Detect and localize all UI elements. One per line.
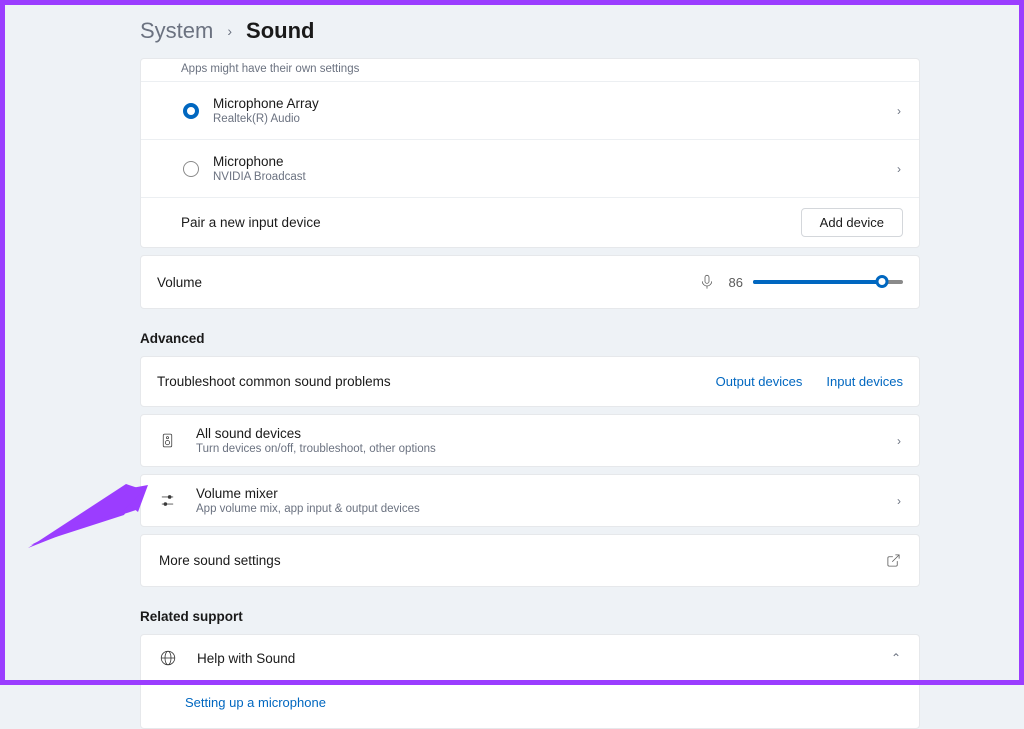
input-devices-link[interactable]: Input devices [826,374,903,389]
device-driver: NVIDIA Broadcast [213,171,306,183]
device-driver: Realtek(R) Audio [213,113,319,125]
advanced-header: Advanced [140,331,920,346]
chevron-right-icon: › [897,494,901,508]
input-devices-card: Apps might have their own settings Micro… [140,58,920,248]
external-link-icon [886,553,901,568]
volume-label: Volume [157,275,202,290]
breadcrumb-current: Sound [246,18,314,44]
help-label: Help with Sound [197,651,295,666]
chevron-up-icon: ⌃ [891,651,901,665]
related-support-header: Related support [140,609,920,624]
chevron-right-icon: › [897,104,901,118]
more-settings-label: More sound settings [159,553,281,568]
chevron-right-icon: › [897,162,901,176]
all-devices-subtitle: Turn devices on/off, troubleshoot, other… [196,443,436,455]
globe-icon [159,649,177,667]
annotation-arrow [26,460,156,550]
volume-mixer-card[interactable]: Volume mixer App volume mix, app input &… [140,474,920,527]
troubleshoot-card: Troubleshoot common sound problems Outpu… [140,356,920,407]
volume-card: Volume 86 [140,255,920,309]
setup-mic-link[interactable]: Setting up a microphone [185,695,326,710]
input-header-partial: Apps might have their own settings [141,59,919,81]
device-name: Microphone [213,154,306,169]
microphone-icon [699,274,715,290]
chevron-right-icon: › [227,23,232,39]
pair-device-row: Pair a new input device Add device [141,197,919,247]
pair-label: Pair a new input device [181,215,321,230]
input-device-row[interactable]: Microphone NVIDIA Broadcast › [141,139,919,197]
setup-microphone-row[interactable]: Setting up a microphone [141,681,919,728]
output-devices-link[interactable]: Output devices [716,374,803,389]
radio-unselected-icon[interactable] [183,161,199,177]
more-sound-settings-card[interactable]: More sound settings [140,534,920,587]
help-card: Help with Sound ⌃ Setting up a microphon… [140,634,920,729]
radio-selected-icon[interactable] [183,103,199,119]
mixer-subtitle: App volume mix, app input & output devic… [196,503,420,515]
chevron-right-icon: › [897,434,901,448]
speaker-icon [159,432,176,449]
help-with-sound-row[interactable]: Help with Sound ⌃ [141,635,919,681]
add-device-button[interactable]: Add device [801,208,903,237]
volume-slider[interactable] [753,274,903,290]
mixer-title: Volume mixer [196,486,420,501]
all-sound-devices-card[interactable]: All sound devices Turn devices on/off, t… [140,414,920,467]
input-subtitle: Apps might have their own settings [181,63,359,75]
volume-value: 86 [729,275,743,290]
troubleshoot-label: Troubleshoot common sound problems [157,374,391,389]
input-device-row[interactable]: Microphone Array Realtek(R) Audio › [141,81,919,139]
breadcrumb-system[interactable]: System [140,18,213,44]
all-devices-title: All sound devices [196,426,436,441]
mixer-icon [159,492,176,509]
breadcrumb: System › Sound [140,18,920,44]
device-name: Microphone Array [213,96,319,111]
